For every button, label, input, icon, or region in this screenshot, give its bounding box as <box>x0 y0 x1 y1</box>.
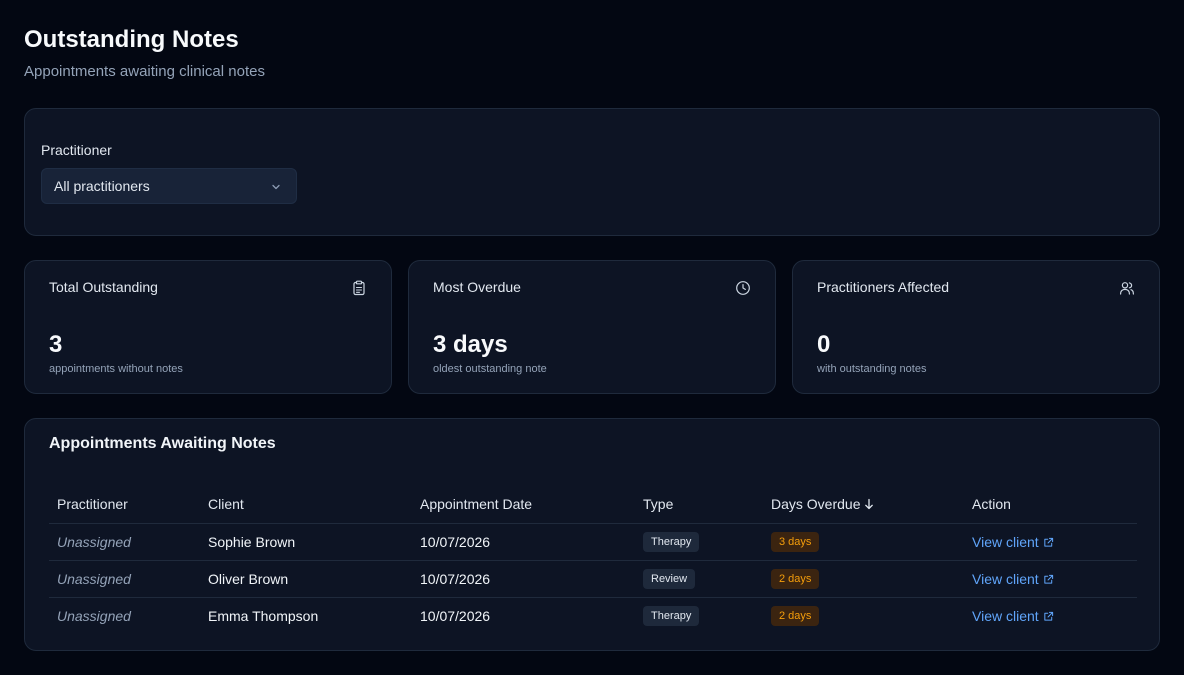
table-row: Unassigned Sophie Brown 10/07/2026 Thera… <box>49 523 1137 561</box>
cell-practitioner: Unassigned <box>57 608 131 624</box>
stat-card-total-outstanding: Total Outstanding 3 appointments without… <box>24 260 392 394</box>
external-link-icon <box>1044 537 1053 547</box>
external-link-icon <box>1044 574 1053 584</box>
page-title: Outstanding Notes <box>24 26 239 53</box>
cell-action: View client <box>964 598 1137 635</box>
view-client-label: View client <box>972 608 1039 624</box>
type-badge: Review <box>643 569 696 589</box>
stat-description: appointments without notes <box>49 363 183 375</box>
cell-days-overdue: 2 days <box>763 598 964 635</box>
view-client-link[interactable]: View client <box>972 534 1054 550</box>
chevron-down-icon <box>272 184 280 190</box>
stat-value: 3 days <box>433 331 508 358</box>
cell-action: View client <box>964 560 1137 598</box>
stat-label: Most Overdue <box>433 279 521 295</box>
stat-description: with outstanding notes <box>817 363 927 375</box>
type-badge: Therapy <box>643 606 700 626</box>
cell-type: Therapy <box>635 598 763 635</box>
header-practitioner: Practitioner <box>49 485 200 524</box>
header-action: Action <box>964 485 1137 524</box>
stat-label: Practitioners Affected <box>817 279 950 295</box>
days-overdue-badge: 2 days <box>771 569 820 589</box>
days-overdue-badge: 3 days <box>771 532 820 552</box>
cell-date: 10/07/2026 <box>420 608 491 624</box>
practitioner-filter-label: Practitioner <box>41 142 112 158</box>
cell-days-overdue: 3 days <box>763 523 964 561</box>
page-subtitle: Appointments awaiting clinical notes <box>24 63 265 80</box>
stat-value: 0 <box>817 331 831 358</box>
cell-practitioner: Unassigned <box>49 523 200 561</box>
table-row: Unassigned Oliver Brown 10/07/2026 Revie… <box>49 560 1137 598</box>
header-days-overdue-label: Days Overdue <box>771 496 861 512</box>
table-header-row: Practitioner Client Appointment Date Typ… <box>49 485 1137 524</box>
header-type: Type <box>635 485 763 524</box>
view-client-label: View client <box>972 571 1039 587</box>
filter-card: Practitioner All practitioners <box>24 108 1160 236</box>
cell-client: Emma Thompson <box>208 608 319 624</box>
stat-value: 3 <box>49 331 63 358</box>
clipboard-icon <box>353 280 365 296</box>
cell-practitioner: Unassigned <box>49 560 200 598</box>
header-client: Client <box>200 485 412 524</box>
header-days-overdue[interactable]: Days Overdue <box>763 485 964 524</box>
days-overdue-badge: 2 days <box>771 606 820 626</box>
cell-type: Review <box>635 560 763 598</box>
cell-type: Therapy <box>635 523 763 561</box>
stat-card-practitioners-affected: Practitioners Affected 0 with outstandin… <box>792 260 1160 394</box>
appointments-table: Practitioner Client Appointment Date Typ… <box>49 485 1137 634</box>
cell-date: 10/07/2026 <box>412 523 635 561</box>
practitioner-select-value: All practitioners <box>54 178 150 194</box>
external-link-icon <box>1044 611 1053 621</box>
stat-label: Total Outstanding <box>49 279 158 295</box>
table-title: Appointments Awaiting Notes <box>49 435 276 452</box>
users-icon <box>1120 282 1134 295</box>
table-row: Unassigned Emma Thompson 10/07/2026 Ther… <box>49 598 1137 635</box>
stat-description: oldest outstanding note <box>433 363 547 375</box>
cell-client: Oliver Brown <box>200 560 412 598</box>
cell-action: View client <box>964 523 1137 561</box>
stat-card-most-overdue: Most Overdue 3 days oldest outstanding n… <box>408 260 776 394</box>
outstanding-notes-page: Outstanding Notes Appointments awaiting … <box>0 0 1184 675</box>
cell-client: Sophie Brown <box>200 523 412 561</box>
arrow-down-icon <box>865 498 874 510</box>
view-client-link[interactable]: View client <box>972 571 1054 587</box>
type-badge: Therapy <box>643 532 700 552</box>
header-appointment-date: Appointment Date <box>412 485 635 524</box>
practitioner-select[interactable]: All practitioners <box>41 168 297 204</box>
cell-days-overdue: 2 days <box>763 560 964 598</box>
view-client-label: View client <box>972 534 1039 550</box>
cell-date: 10/07/2026 <box>412 560 635 598</box>
appointments-table-card: Appointments Awaiting Notes Practitioner… <box>24 418 1160 651</box>
view-client-link[interactable]: View client <box>972 608 1054 624</box>
clock-icon <box>736 281 750 295</box>
